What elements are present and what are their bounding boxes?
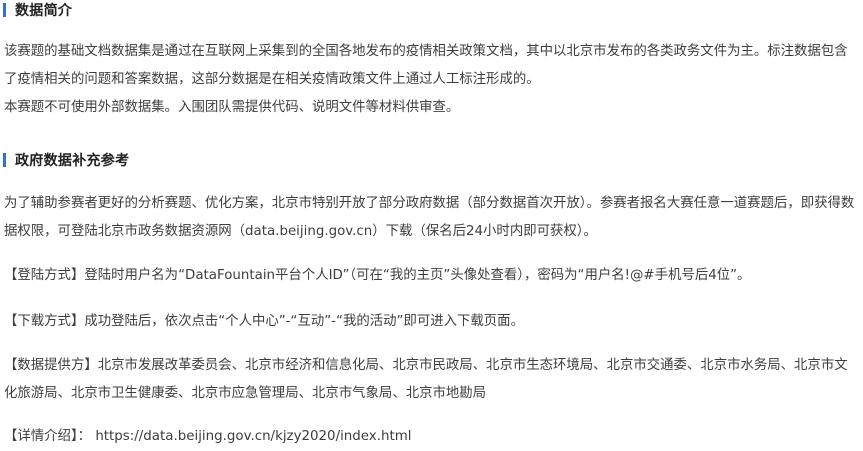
- heading-accent-bar: [3, 153, 6, 167]
- section-heading-data-intro: 数据简介: [3, 2, 73, 19]
- document-page: 数据简介 该赛题的基础文档数据集是通过在互联网上采集到的全国各地发布的疫情相关政…: [0, 0, 863, 450]
- section-title: 政府数据补充参考: [15, 153, 130, 169]
- data-intro-paragraph: 该赛题的基础文档数据集是通过在互联网上采集到的全国各地发布的疫情相关政策文档，其…: [4, 44, 848, 87]
- login-method-paragraph: 【登陆方式】登陆时用户名为“DataFountain平台个人ID”（可在“我的主…: [4, 268, 751, 283]
- gov-data-intro-paragraph: 为了辅助参赛者更好的分析赛题、优化方案，北京市特别开放了部分政府数据（部分数据首…: [4, 196, 855, 239]
- section-heading-gov-data: 政府数据补充参考: [3, 152, 130, 169]
- details-link[interactable]: https://data.beijing.gov.cn/kjzy2020/ind…: [95, 429, 411, 444]
- external-data-notice: 本赛题不可使用外部数据集。入围团队需提供代码、说明文件等材料供审查。: [4, 100, 460, 115]
- download-method-paragraph: 【下载方式】成功登陆后，依次点击“个人中心”-“互动”-“我的活动”即可进入下载…: [4, 314, 524, 329]
- data-providers-paragraph: 【数据提供方】北京市发展改革委员会、北京市经济和信息化局、北京市民政局、北京市生…: [4, 358, 848, 401]
- details-label: 【详情介绍】：: [4, 429, 92, 444]
- details-paragraph: 【详情介绍】： https://data.beijing.gov.cn/kjzy…: [4, 423, 859, 451]
- section-title: 数据简介: [15, 3, 73, 19]
- heading-accent-bar: [3, 3, 6, 17]
